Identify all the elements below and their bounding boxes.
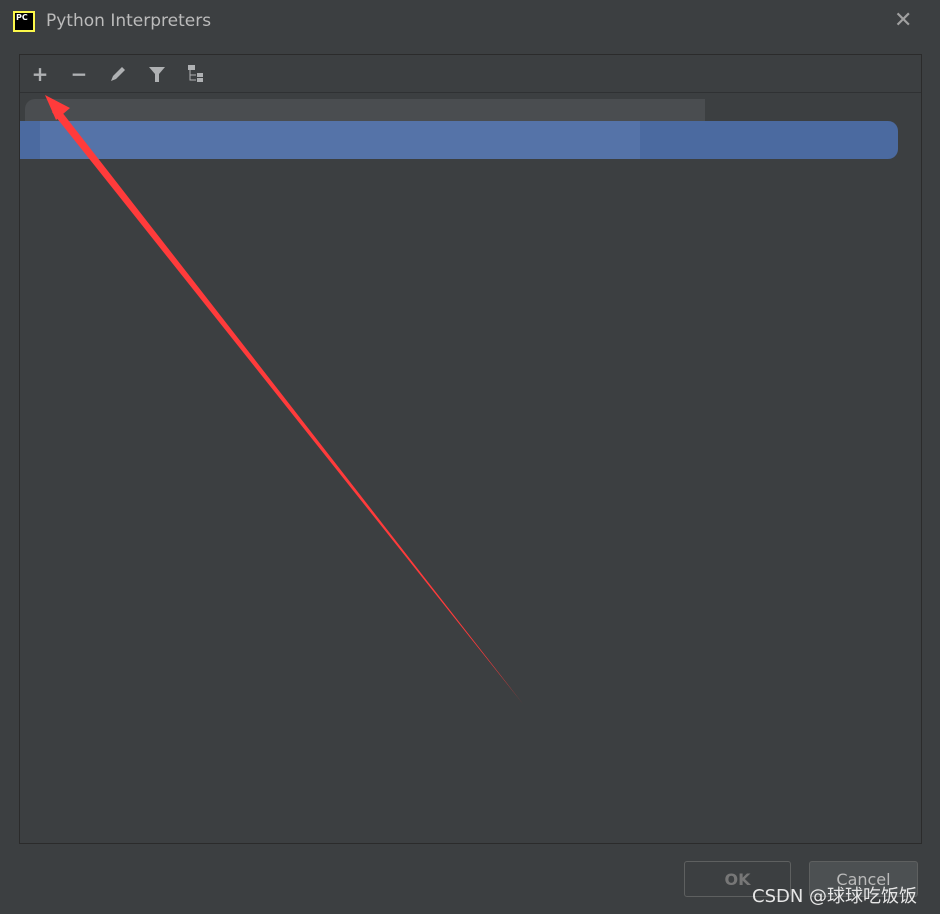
red-arrow-annotation [45,95,523,704]
watermark: CSDN @球球吃饭饭 [752,886,918,907]
